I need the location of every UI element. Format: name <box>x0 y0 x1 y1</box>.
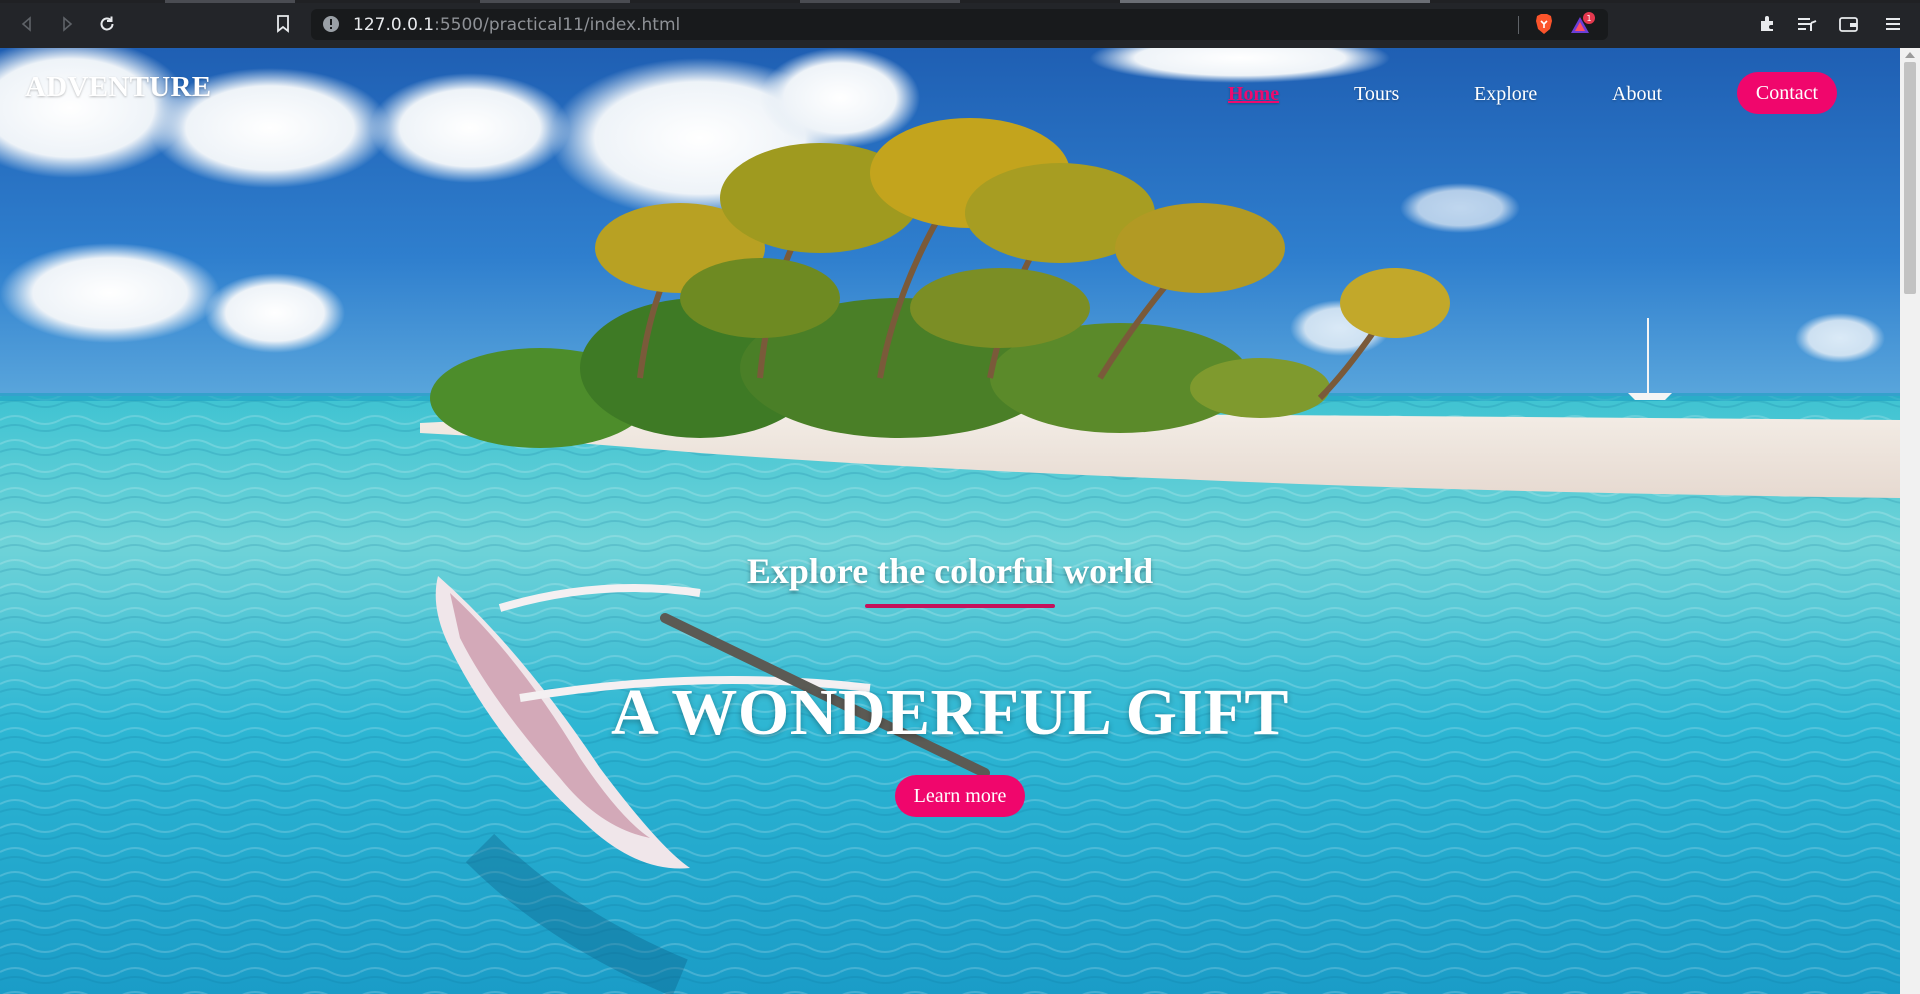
wallet-icon <box>1839 17 1858 32</box>
nav-link-tours[interactable]: Tours <box>1354 83 1399 106</box>
tab-edge <box>1120 0 1430 3</box>
page-scrollbar[interactable] <box>1900 48 1920 994</box>
reload-icon <box>100 16 114 31</box>
site-logo[interactable]: ADVENTURE <box>25 71 211 104</box>
forward-icon <box>63 16 73 32</box>
reload-button[interactable] <box>94 11 120 37</box>
tab-strip <box>0 0 1920 3</box>
nav-link-about[interactable]: About <box>1612 83 1662 106</box>
address-bar[interactable]: 127.0.0.1:5500/practical11/index.html 1 <box>311 9 1608 40</box>
hero-title: A WONDERFUL GIFT <box>611 676 1289 749</box>
svg-text:1: 1 <box>1586 14 1591 23</box>
bookmark-button[interactable] <box>270 11 296 37</box>
hero-subtitle-underline <box>865 604 1055 608</box>
bookmark-icon <box>277 15 289 33</box>
hero-background-image <box>0 48 1900 994</box>
tab-edge <box>800 0 960 3</box>
playlist-button[interactable] <box>1794 11 1820 37</box>
rewards-triangle-icon: 1 <box>1571 12 1595 33</box>
brave-shields-button[interactable] <box>1531 11 1557 37</box>
menu-button[interactable] <box>1880 11 1906 37</box>
back-icon <box>21 16 31 32</box>
tab-edge <box>165 0 295 3</box>
hero-subtitle: Explore the colorful world <box>746 551 1154 591</box>
page-viewport: ADVENTURE Home Tours Explore About Conta… <box>0 48 1900 994</box>
nav-link-explore[interactable]: Explore <box>1474 83 1537 106</box>
contact-button[interactable]: Contact <box>1737 72 1837 114</box>
scrollbar-thumb[interactable] <box>1904 62 1916 294</box>
scroll-up-arrow-icon[interactable] <box>1905 52 1915 58</box>
browser-toolbar: 127.0.0.1:5500/practical11/index.html 1 <box>0 0 1920 48</box>
url-text: 127.0.0.1:5500/practical11/index.html <box>353 15 681 35</box>
site-info-icon[interactable] <box>322 15 340 33</box>
tab-edge <box>480 0 630 3</box>
wallet-button[interactable] <box>1836 11 1862 37</box>
hamburger-menu-icon <box>1886 18 1900 30</box>
back-button[interactable] <box>14 11 40 37</box>
nav-link-home[interactable]: Home <box>1228 83 1279 106</box>
brave-lion-icon <box>1536 14 1552 34</box>
playlist-icon <box>1798 18 1817 31</box>
learn-more-button[interactable]: Learn more <box>895 775 1025 817</box>
forward-button[interactable] <box>54 11 80 37</box>
omnibox-separator <box>1518 16 1519 34</box>
puzzle-icon <box>1761 16 1773 31</box>
brave-rewards-button[interactable]: 1 <box>1569 11 1595 37</box>
extensions-button[interactable] <box>1754 11 1780 37</box>
